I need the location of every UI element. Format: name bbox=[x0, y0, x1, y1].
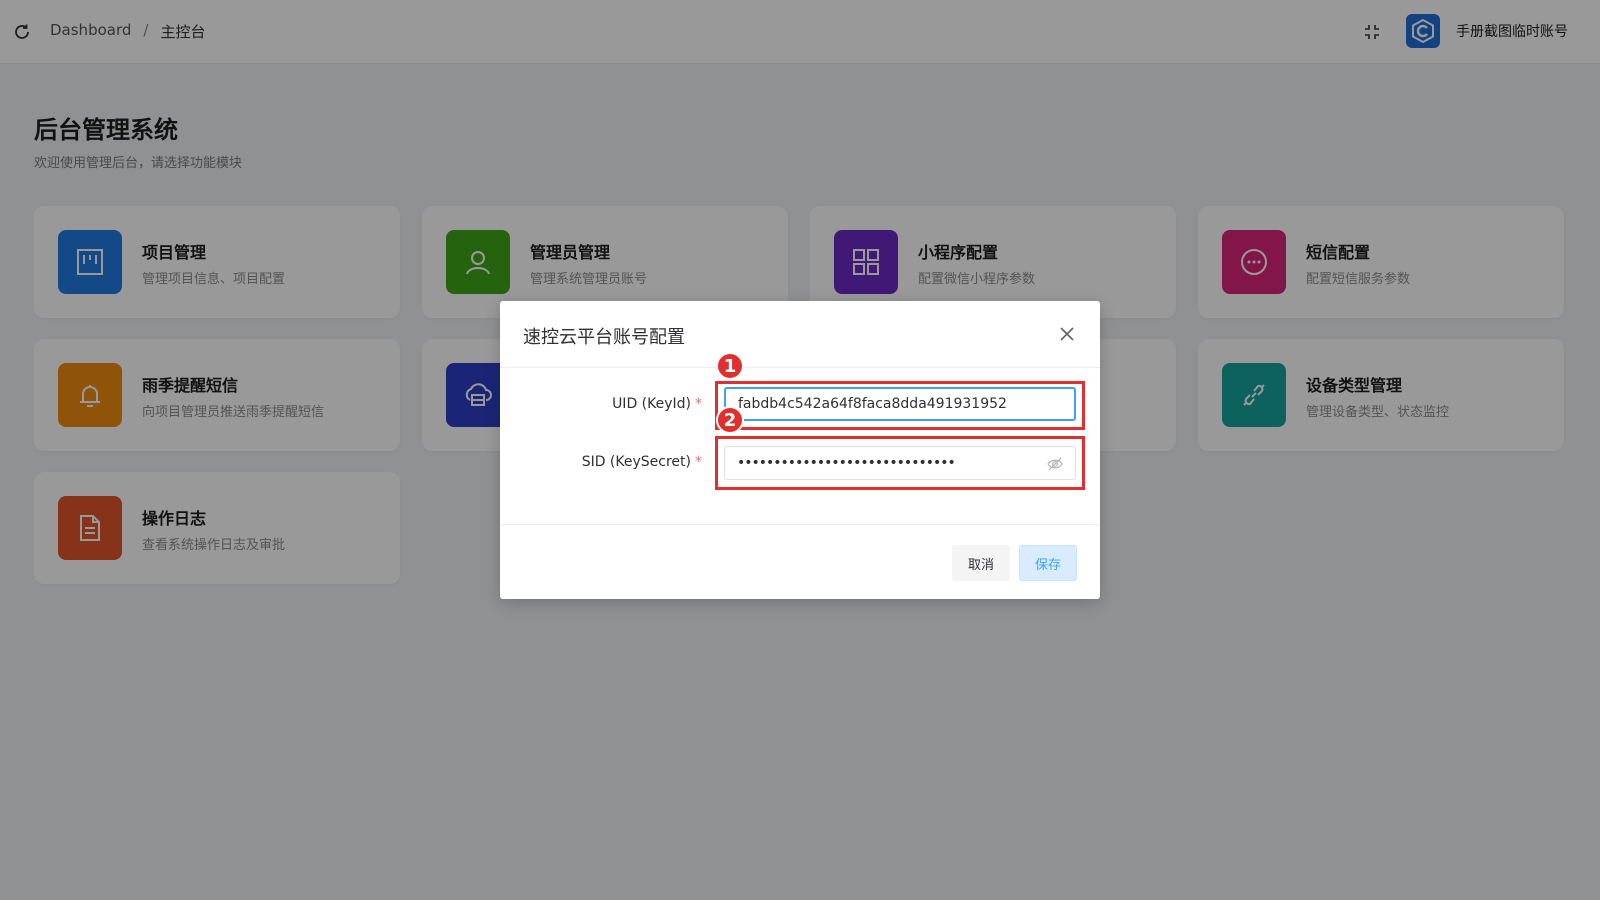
cancel-button[interactable]: 取消 bbox=[952, 545, 1010, 581]
annotation-badge-1: 1 bbox=[716, 352, 744, 380]
annotation-box-uid bbox=[715, 381, 1085, 430]
annotation-badge-2: 2 bbox=[716, 406, 744, 434]
dialog-title: 速控云平台账号配置 bbox=[523, 327, 685, 348]
close-icon[interactable] bbox=[1058, 325, 1076, 343]
save-button[interactable]: 保存 bbox=[1019, 545, 1077, 581]
dialog-divider bbox=[500, 367, 1100, 368]
sid-label: SID (KeySecret) * bbox=[581, 454, 702, 470]
uid-label: UID (KeyId) * bbox=[612, 396, 702, 412]
annotation-box-sid bbox=[715, 436, 1085, 490]
dialog-footer-divider bbox=[500, 524, 1100, 525]
